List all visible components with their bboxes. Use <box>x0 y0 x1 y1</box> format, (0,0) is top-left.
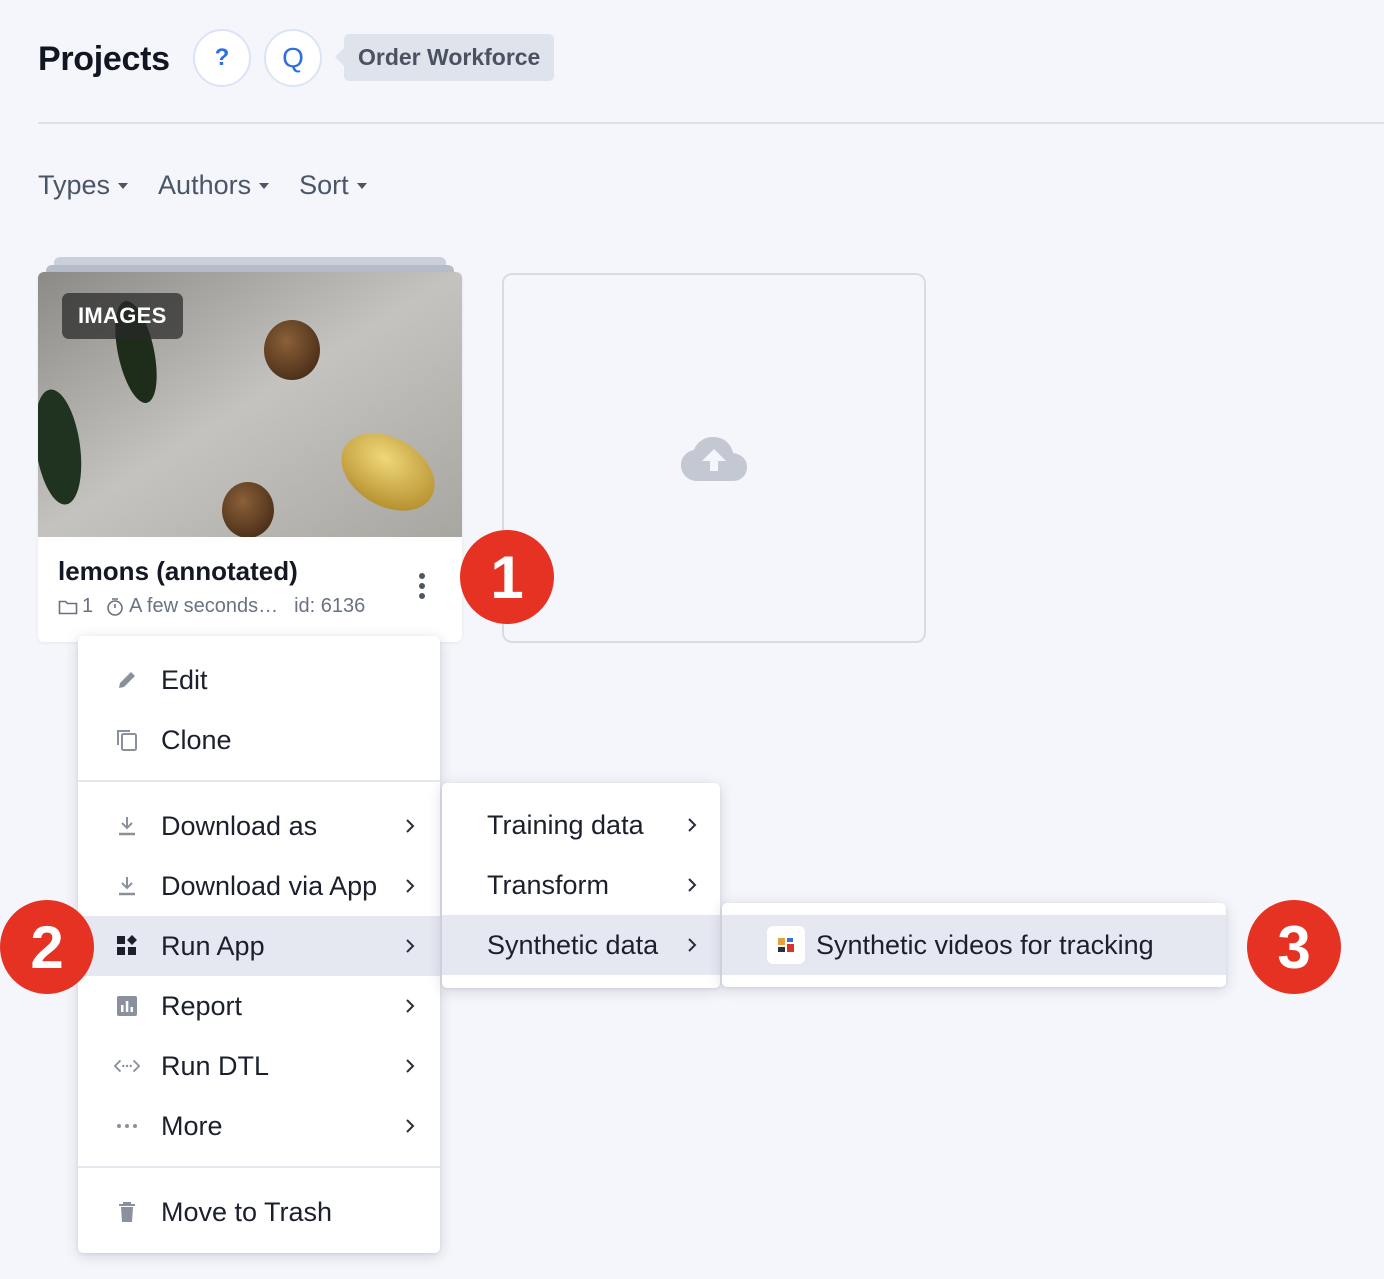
help-button[interactable]: ? <box>193 29 251 87</box>
more-options-icon[interactable] <box>410 568 434 604</box>
folder-icon <box>58 600 78 614</box>
app-item-synthetic-videos[interactable]: Synthetic videos for tracking <box>722 915 1226 975</box>
submenu-item-transform[interactable]: Transform <box>442 855 720 915</box>
chevron-right-icon <box>402 996 418 1016</box>
menu-item-download-as[interactable]: Download as <box>78 796 440 856</box>
menu-item-run-app[interactable]: Run App <box>78 916 440 976</box>
menu-item-label: Run DTL <box>161 1050 270 1081</box>
page-header: Projects <box>38 28 170 90</box>
types-filter[interactable]: Types <box>38 170 129 201</box>
cloud-upload-icon <box>681 437 747 481</box>
copy-icon <box>114 727 140 753</box>
chevron-right-icon <box>684 935 700 955</box>
order-workforce-label: Order Workforce <box>358 44 541 70</box>
menu-item-label: Download via App <box>161 870 378 901</box>
menu-item-label: More <box>161 1110 223 1141</box>
chevron-right-icon <box>402 936 418 956</box>
project-meta: 1 A few seconds… id: 6136 <box>58 595 365 618</box>
menu-item-label: Report <box>161 990 243 1021</box>
chevron-right-icon <box>684 815 700 835</box>
caret-down-icon <box>356 182 367 189</box>
q-button[interactable]: Q <box>264 29 322 87</box>
step-marker-2: 2 <box>0 900 94 994</box>
timer-icon <box>107 597 123 616</box>
submenu-item-training-data[interactable]: Training data <box>442 795 720 855</box>
download-icon <box>114 873 140 899</box>
menu-item-run-dtl[interactable]: Run DTL <box>78 1036 440 1096</box>
menu-item-more[interactable]: More <box>78 1096 440 1156</box>
menu-item-report[interactable]: Report <box>78 976 440 1036</box>
menu-item-label: Clone <box>161 724 232 755</box>
menu-item-clone[interactable]: Clone <box>78 710 440 770</box>
apps-icon <box>114 933 140 959</box>
app-icon <box>766 925 806 965</box>
chevron-right-icon <box>402 1056 418 1076</box>
menu-separator <box>78 780 440 782</box>
menu-item-label: Run App <box>161 930 265 961</box>
authors-filter-label: Authors <box>158 170 252 200</box>
menu-item-label: Download as <box>161 810 318 841</box>
submenu-item-label: Synthetic data <box>487 929 659 960</box>
menu-item-label: Edit <box>161 664 208 695</box>
type-badge: IMAGES <box>62 293 183 339</box>
code-icon <box>114 1053 140 1079</box>
menu-item-move-to-trash[interactable]: Move to Trash <box>78 1182 440 1242</box>
trash-icon <box>114 1199 140 1225</box>
pencil-icon <box>114 667 140 693</box>
authors-filter[interactable]: Authors <box>158 170 270 201</box>
submenu-item-label: Training data <box>487 809 644 840</box>
menu-item-label: Move to Trash <box>161 1196 333 1227</box>
chevron-right-icon <box>402 1116 418 1136</box>
more-icon <box>114 1113 140 1139</box>
download-icon <box>114 813 140 839</box>
report-icon <box>114 993 140 1019</box>
menu-item-download-via-app[interactable]: Download via App <box>78 856 440 916</box>
sort-filter-label: Sort <box>299 170 349 200</box>
sort-filter[interactable]: Sort <box>299 170 367 201</box>
synthetic-data-submenu: Synthetic videos for tracking <box>722 903 1226 987</box>
datasets-count: 1 <box>82 595 94 617</box>
menu-separator <box>78 1166 440 1168</box>
caret-down-icon <box>259 182 270 189</box>
project-card[interactable]: IMAGES lemons (annotated) 1 A few second… <box>38 272 462 642</box>
filter-bar: Types Authors Sort <box>38 170 397 201</box>
menu-item-edit[interactable]: Edit <box>78 650 440 710</box>
types-filter-label: Types <box>38 170 111 200</box>
updated-time: A few seconds… <box>129 595 279 617</box>
submenu-item-label: Transform <box>487 869 610 900</box>
run-app-submenu: Training data Transform Synthetic data <box>442 783 720 988</box>
project-id: id: 6136 <box>294 595 366 617</box>
app-item-label: Synthetic videos for tracking <box>816 929 1154 960</box>
submenu-item-synthetic-data[interactable]: Synthetic data <box>442 915 720 975</box>
upload-project-card[interactable] <box>502 273 926 643</box>
caret-down-icon <box>118 182 129 189</box>
project-title[interactable]: lemons (annotated) <box>58 556 298 587</box>
chevron-right-icon <box>402 816 418 836</box>
chevron-right-icon <box>402 876 418 896</box>
header-divider <box>38 122 1384 124</box>
order-workforce-tag[interactable]: Order Workforce <box>334 34 555 81</box>
step-marker-3: 3 <box>1247 900 1341 994</box>
page-title: Projects <box>38 39 170 78</box>
chevron-right-icon <box>684 875 700 895</box>
step-marker-1: 1 <box>460 530 554 624</box>
project-context-menu: Edit Clone Download as Download via App … <box>78 636 440 1253</box>
